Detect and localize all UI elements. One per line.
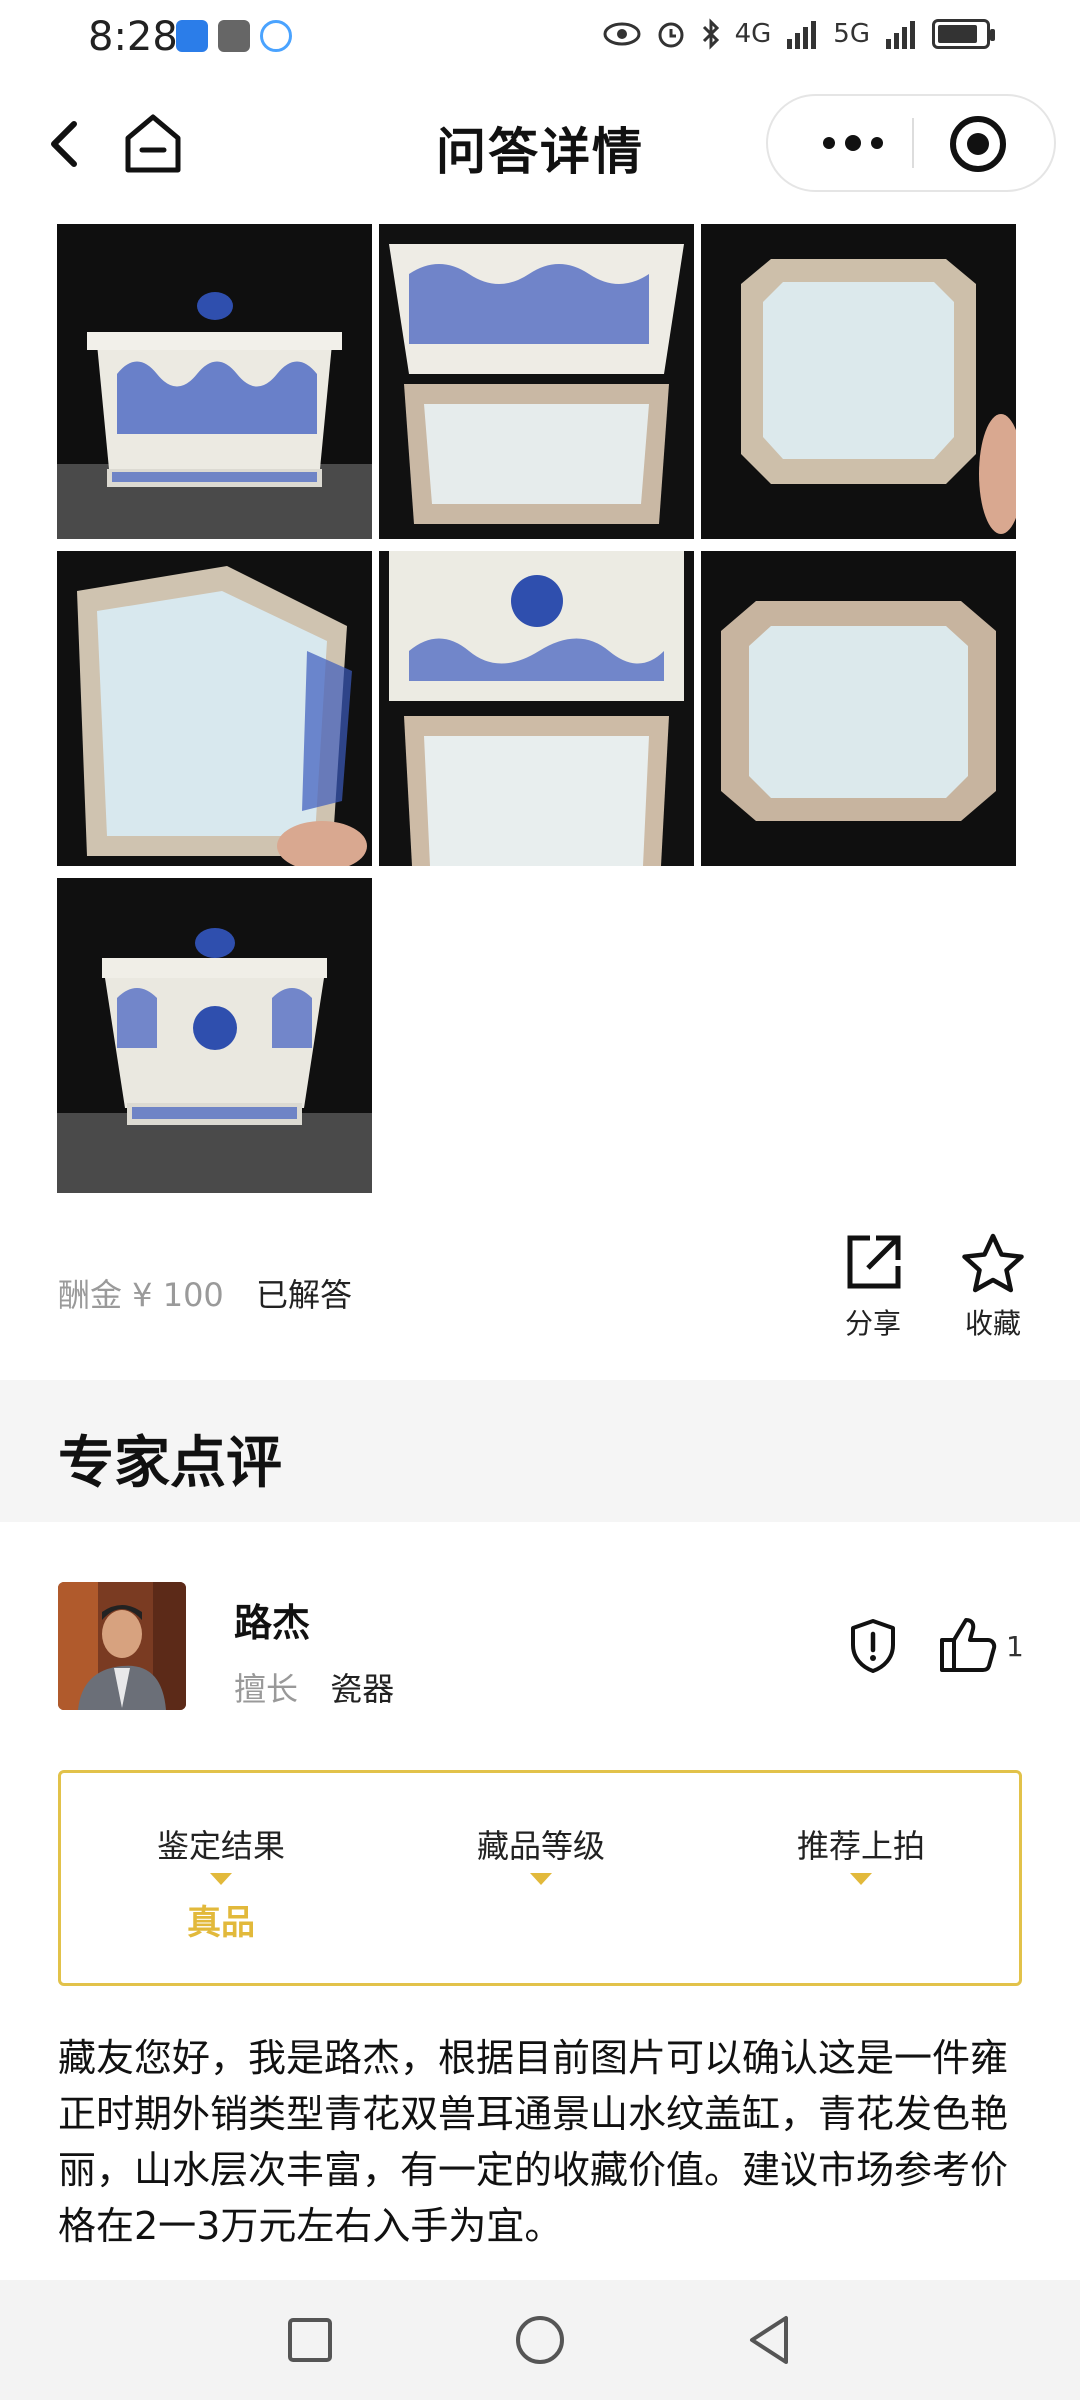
caret-down-icon — [530, 1873, 552, 1885]
expert-review-title: 专家点评 — [58, 1431, 282, 1496]
expert-specialty: 擅长 瓷器 — [234, 1664, 394, 1710]
favorite-label: 收藏 — [964, 1307, 1021, 1340]
back-triangle-icon[interactable] — [740, 2310, 800, 2370]
artifact-photo-1[interactable] — [57, 224, 372, 539]
result-grade: 藏品等级 — [441, 1821, 641, 1895]
signal-icon-2 — [886, 21, 915, 49]
specialty-value: 瓷器 — [330, 1670, 395, 1708]
share-button[interactable]: 分享 — [828, 1232, 918, 1342]
capsule-divider — [912, 118, 914, 168]
artifact-photo-7[interactable] — [57, 878, 372, 1193]
eye-icon — [603, 22, 641, 46]
more-dots-icon — [823, 135, 883, 151]
report-shield-icon[interactable] — [848, 1618, 898, 1674]
recent-apps-icon[interactable] — [280, 2310, 340, 2370]
result-authenticity: 鉴定结果 真品 — [121, 1821, 321, 1944]
mini-program-capsule — [766, 94, 1056, 192]
result-label-authenticity: 鉴定结果 — [156, 1827, 285, 1865]
home-circle-icon[interactable] — [510, 2310, 570, 2370]
caret-down-icon — [210, 1873, 232, 1885]
result-value-authenticity: 真品 — [187, 1903, 255, 1943]
battery-level — [938, 25, 977, 43]
status-time: 8:28 — [88, 14, 178, 60]
signal-icon — [787, 21, 817, 49]
caret-down-icon — [850, 1873, 872, 1885]
network-4g-label: 4G — [734, 19, 772, 49]
expert-comment-text: 藏友您好，我是路杰，根据目前图片可以确认这是一件雍正时期外销类型青花双兽耳通景山… — [58, 2036, 1009, 2248]
more-button[interactable] — [798, 96, 908, 190]
answer-status: 已解答 — [256, 1276, 353, 1314]
artifact-photo-3[interactable] — [701, 224, 1016, 539]
artifact-photo-6[interactable] — [701, 551, 1016, 866]
bluetooth-icon — [702, 18, 719, 50]
status-bar: 8:28 4G 5G — [0, 0, 1080, 80]
thumbs-up-icon[interactable] — [936, 1612, 1000, 1676]
battery-icon — [932, 19, 995, 49]
location-app-icon — [176, 20, 208, 52]
chat-bubble-icon — [260, 20, 292, 52]
share-icon — [847, 1235, 901, 1289]
avatar[interactable] — [58, 1582, 186, 1710]
artifact-photo-2[interactable] — [379, 224, 694, 539]
artifact-photo-5[interactable] — [379, 551, 694, 866]
star-icon — [962, 1233, 1024, 1293]
favorite-button[interactable]: 收藏 — [948, 1232, 1038, 1342]
network-5g-label: 5G — [833, 19, 870, 49]
section-header: 专家点评 — [0, 1380, 1080, 1522]
status-app-icons — [176, 20, 292, 52]
alarm-icon — [658, 22, 684, 48]
status-indicators: 4G 5G — [603, 18, 995, 50]
specialty-label: 擅长 — [234, 1670, 299, 1708]
appraisal-result-box: 鉴定结果 真品 藏品等级 推荐上拍 — [58, 1770, 1022, 1986]
share-label: 分享 — [844, 1307, 901, 1340]
system-navigation-bar — [0, 2280, 1080, 2400]
result-label-grade: 藏品等级 — [476, 1827, 605, 1865]
reward-amount: 酬金 ¥ 100 — [58, 1276, 224, 1314]
question-meta-row: 酬金 ¥ 100 已解答 分享 收藏 — [58, 1233, 1038, 1352]
expert-name: 路杰 — [234, 1601, 311, 1645]
close-mini-program-icon[interactable] — [948, 114, 1008, 174]
nav-bar: 问答详情 — [0, 88, 1080, 198]
gift-icon — [218, 20, 250, 52]
artifact-photo-4[interactable] — [57, 551, 372, 866]
result-auction: 推荐上拍 — [761, 1821, 961, 1895]
result-label-auction: 推荐上拍 — [796, 1827, 925, 1865]
like-count: 1 — [1006, 1630, 1024, 1663]
